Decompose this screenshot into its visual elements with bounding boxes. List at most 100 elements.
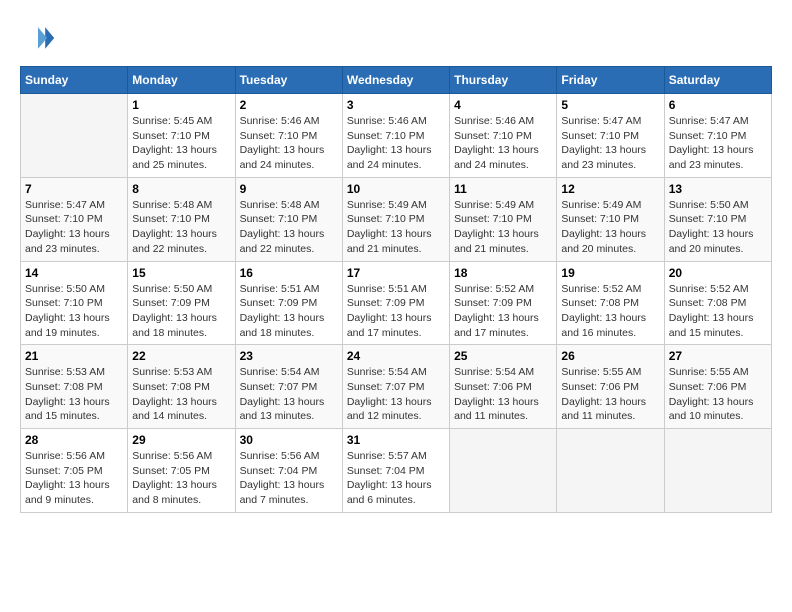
day-number: 19 <box>561 266 659 280</box>
weekday-header-thursday: Thursday <box>450 67 557 94</box>
day-number: 7 <box>25 182 123 196</box>
day-info: Sunrise: 5:46 AM Sunset: 7:10 PM Dayligh… <box>454 114 552 173</box>
calendar-cell: 21 Sunrise: 5:53 AM Sunset: 7:08 PM Dayli… <box>21 345 128 429</box>
day-number: 24 <box>347 349 445 363</box>
calendar-cell: 13 Sunrise: 5:50 AM Sunset: 7:10 PM Dayli… <box>664 177 771 261</box>
day-number: 1 <box>132 98 230 112</box>
calendar-cell: 25 Sunrise: 5:54 AM Sunset: 7:06 PM Dayli… <box>450 345 557 429</box>
day-info: Sunrise: 5:49 AM Sunset: 7:10 PM Dayligh… <box>454 198 552 257</box>
logo-icon <box>20 20 56 56</box>
calendar-cell: 12Sunrise: 5:49 AM Sunset: 7:10 PM Dayli… <box>557 177 664 261</box>
calendar-cell: 5Sunrise: 5:47 AM Sunset: 7:10 PM Daylig… <box>557 94 664 178</box>
day-number: 30 <box>240 433 338 447</box>
calendar-cell: 19 Sunrise: 5:52 AM Sunset: 7:08 PM Dayli… <box>557 261 664 345</box>
day-info: Sunrise: 5:54 AM Sunset: 7:06 PM Dayligh… <box>454 365 552 424</box>
calendar-week-3: 14Sunrise: 5:50 AM Sunset: 7:10 PM Dayli… <box>21 261 772 345</box>
weekday-header-row: SundayMondayTuesdayWednesdayThursdayFrid… <box>21 67 772 94</box>
day-info: Sunrise: 5:49 AM Sunset: 7:10 PM Dayligh… <box>347 198 445 257</box>
calendar-cell: 10 Sunrise: 5:49 AM Sunset: 7:10 PM Dayli… <box>342 177 449 261</box>
day-info: Sunrise: 5:52 AM Sunset: 7:08 PM Dayligh… <box>561 282 659 341</box>
calendar-cell: 17 Sunrise: 5:51 AM Sunset: 7:09 PM Dayli… <box>342 261 449 345</box>
day-number: 18 <box>454 266 552 280</box>
day-info: Sunrise: 5:46 AM Sunset: 7:10 PM Dayligh… <box>347 114 445 173</box>
day-number: 23 <box>240 349 338 363</box>
day-info: Sunrise: 5:52 AM Sunset: 7:09 PM Dayligh… <box>454 282 552 341</box>
day-info: Sunrise: 5:53 AM Sunset: 7:08 PM Dayligh… <box>132 365 230 424</box>
day-number: 27 <box>669 349 767 363</box>
weekday-header-saturday: Saturday <box>664 67 771 94</box>
calendar-cell: 7 Sunrise: 5:47 AM Sunset: 7:10 PM Daylig… <box>21 177 128 261</box>
day-number: 6 <box>669 98 767 112</box>
day-number: 12 <box>561 182 659 196</box>
calendar-cell: 16 Sunrise: 5:51 AM Sunset: 7:09 PM Dayli… <box>235 261 342 345</box>
calendar-week-2: 7 Sunrise: 5:47 AM Sunset: 7:10 PM Daylig… <box>21 177 772 261</box>
day-info: Sunrise: 5:54 AM Sunset: 7:07 PM Dayligh… <box>347 365 445 424</box>
day-info: Sunrise: 5:48 AM Sunset: 7:10 PM Dayligh… <box>240 198 338 257</box>
weekday-header-wednesday: Wednesday <box>342 67 449 94</box>
calendar-cell: 14Sunrise: 5:50 AM Sunset: 7:10 PM Dayli… <box>21 261 128 345</box>
day-number: 31 <box>347 433 445 447</box>
calendar-cell <box>557 429 664 513</box>
day-info: Sunrise: 5:50 AM Sunset: 7:10 PM Dayligh… <box>669 198 767 257</box>
day-number: 14 <box>25 266 123 280</box>
calendar-week-1: 1 Sunrise: 5:45 AM Sunset: 7:10 PM Daylig… <box>21 94 772 178</box>
calendar-cell: 2 Sunrise: 5:46 AM Sunset: 7:10 PM Daylig… <box>235 94 342 178</box>
page-header <box>20 20 772 56</box>
day-info: Sunrise: 5:51 AM Sunset: 7:09 PM Dayligh… <box>347 282 445 341</box>
day-info: Sunrise: 5:53 AM Sunset: 7:08 PM Dayligh… <box>25 365 123 424</box>
calendar-cell: 27 Sunrise: 5:55 AM Sunset: 7:06 PM Dayli… <box>664 345 771 429</box>
calendar-cell: 11Sunrise: 5:49 AM Sunset: 7:10 PM Dayli… <box>450 177 557 261</box>
calendar-cell <box>664 429 771 513</box>
day-info: Sunrise: 5:55 AM Sunset: 7:06 PM Dayligh… <box>669 365 767 424</box>
day-info: Sunrise: 5:47 AM Sunset: 7:10 PM Dayligh… <box>25 198 123 257</box>
day-number: 8 <box>132 182 230 196</box>
day-number: 28 <box>25 433 123 447</box>
calendar-table: SundayMondayTuesdayWednesdayThursdayFrid… <box>20 66 772 513</box>
day-number: 13 <box>669 182 767 196</box>
day-info: Sunrise: 5:56 AM Sunset: 7:05 PM Dayligh… <box>25 449 123 508</box>
calendar-cell: 22 Sunrise: 5:53 AM Sunset: 7:08 PM Dayli… <box>128 345 235 429</box>
day-info: Sunrise: 5:52 AM Sunset: 7:08 PM Dayligh… <box>669 282 767 341</box>
day-number: 9 <box>240 182 338 196</box>
day-info: Sunrise: 5:51 AM Sunset: 7:09 PM Dayligh… <box>240 282 338 341</box>
calendar-cell: 4 Sunrise: 5:46 AM Sunset: 7:10 PM Daylig… <box>450 94 557 178</box>
day-number: 22 <box>132 349 230 363</box>
day-number: 4 <box>454 98 552 112</box>
calendar-week-5: 28 Sunrise: 5:56 AM Sunset: 7:05 PM Dayli… <box>21 429 772 513</box>
calendar-cell: 29Sunrise: 5:56 AM Sunset: 7:05 PM Dayli… <box>128 429 235 513</box>
day-info: Sunrise: 5:54 AM Sunset: 7:07 PM Dayligh… <box>240 365 338 424</box>
day-number: 3 <box>347 98 445 112</box>
calendar-cell: 23 Sunrise: 5:54 AM Sunset: 7:07 PM Dayli… <box>235 345 342 429</box>
day-number: 5 <box>561 98 659 112</box>
day-number: 17 <box>347 266 445 280</box>
calendar-cell: 15 Sunrise: 5:50 AM Sunset: 7:09 PM Dayli… <box>128 261 235 345</box>
calendar-cell: 20Sunrise: 5:52 AM Sunset: 7:08 PM Dayli… <box>664 261 771 345</box>
weekday-header-friday: Friday <box>557 67 664 94</box>
calendar-cell: 31Sunrise: 5:57 AM Sunset: 7:04 PM Dayli… <box>342 429 449 513</box>
day-number: 16 <box>240 266 338 280</box>
calendar-cell: 28 Sunrise: 5:56 AM Sunset: 7:05 PM Dayli… <box>21 429 128 513</box>
day-number: 26 <box>561 349 659 363</box>
day-info: Sunrise: 5:47 AM Sunset: 7:10 PM Dayligh… <box>669 114 767 173</box>
day-number: 25 <box>454 349 552 363</box>
calendar-cell: 18 Sunrise: 5:52 AM Sunset: 7:09 PM Dayli… <box>450 261 557 345</box>
calendar-cell <box>450 429 557 513</box>
day-number: 10 <box>347 182 445 196</box>
calendar-cell: 3 Sunrise: 5:46 AM Sunset: 7:10 PM Daylig… <box>342 94 449 178</box>
calendar-cell: 26Sunrise: 5:55 AM Sunset: 7:06 PM Dayli… <box>557 345 664 429</box>
calendar-cell: 8 Sunrise: 5:48 AM Sunset: 7:10 PM Daylig… <box>128 177 235 261</box>
day-info: Sunrise: 5:48 AM Sunset: 7:10 PM Dayligh… <box>132 198 230 257</box>
weekday-header-sunday: Sunday <box>21 67 128 94</box>
day-info: Sunrise: 5:56 AM Sunset: 7:04 PM Dayligh… <box>240 449 338 508</box>
weekday-header-monday: Monday <box>128 67 235 94</box>
calendar-cell: 30 Sunrise: 5:56 AM Sunset: 7:04 PM Dayli… <box>235 429 342 513</box>
day-number: 2 <box>240 98 338 112</box>
calendar-cell: 1 Sunrise: 5:45 AM Sunset: 7:10 PM Daylig… <box>128 94 235 178</box>
day-info: Sunrise: 5:50 AM Sunset: 7:09 PM Dayligh… <box>132 282 230 341</box>
day-number: 15 <box>132 266 230 280</box>
calendar-cell <box>21 94 128 178</box>
weekday-header-tuesday: Tuesday <box>235 67 342 94</box>
day-info: Sunrise: 5:46 AM Sunset: 7:10 PM Dayligh… <box>240 114 338 173</box>
day-info: Sunrise: 5:45 AM Sunset: 7:10 PM Dayligh… <box>132 114 230 173</box>
day-number: 21 <box>25 349 123 363</box>
